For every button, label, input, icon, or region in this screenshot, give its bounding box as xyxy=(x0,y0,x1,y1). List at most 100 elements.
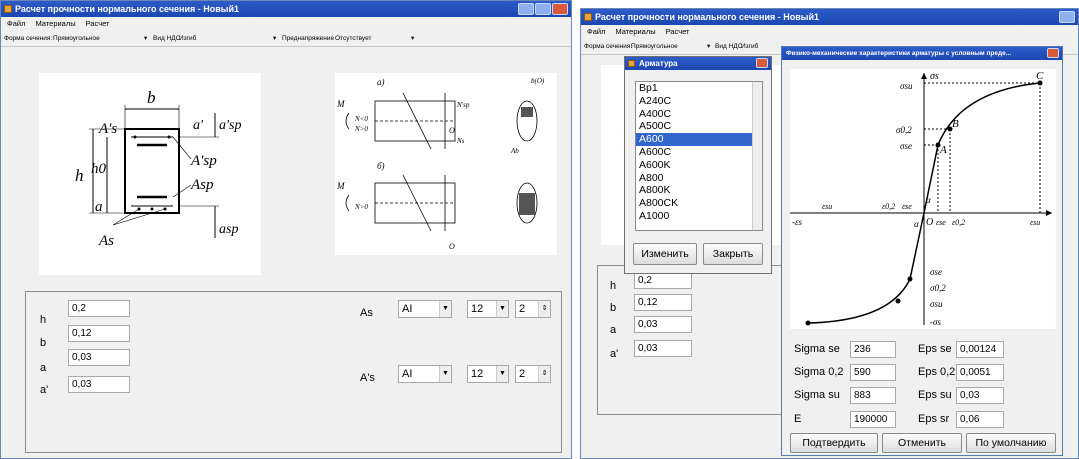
label-a: a xyxy=(40,362,47,374)
confirm-button[interactable]: Подтвердить xyxy=(790,433,878,453)
maximize-button[interactable] xyxy=(535,3,551,15)
scrollbar[interactable] xyxy=(752,82,762,230)
label-h: h xyxy=(75,166,84,185)
label-O-2: O xyxy=(449,242,455,251)
edit-button[interactable]: Изменить xyxy=(633,243,697,265)
eps-se-input[interactable]: 0,00124 xyxy=(956,341,1004,358)
shape-select[interactable]: Прямоугольное xyxy=(631,39,678,55)
label-eps-02: ε0,2 xyxy=(952,218,965,227)
label-h: h xyxy=(610,280,617,292)
title-bar: Расчет прочности нормального сечения - Н… xyxy=(581,9,1078,25)
label-alpha: α xyxy=(926,195,931,205)
shape-select[interactable]: Прямоугольное xyxy=(53,31,149,47)
chevron-down-icon[interactable]: ▼ xyxy=(496,301,508,317)
a-prime-input[interactable]: 0,03 xyxy=(634,340,692,357)
label-E-param: E xyxy=(794,413,802,425)
label-h: h xyxy=(40,314,47,326)
armatura-list[interactable]: Bp1 A240C A400C A500C A600 A600C A600K A… xyxy=(635,81,763,231)
as-prime-count-stepper[interactable]: 2 ⇕ xyxy=(515,365,551,383)
menu-calc[interactable]: Расчет xyxy=(86,17,110,31)
list-item[interactable]: A240C xyxy=(636,95,762,108)
list-item-selected[interactable]: A600 xyxy=(636,133,762,146)
as-class-select[interactable]: AI ▼ xyxy=(398,300,452,318)
eps-su-input[interactable]: 0,03 xyxy=(956,387,1004,404)
menu-materials[interactable]: Материалы xyxy=(615,25,655,39)
list-item[interactable]: A600C xyxy=(636,146,762,159)
close-icon[interactable] xyxy=(1047,48,1059,58)
b-input[interactable]: 0,12 xyxy=(634,294,692,311)
sigma-02-input[interactable]: 590 xyxy=(850,364,896,381)
label-O: O xyxy=(926,217,933,228)
chevron-down-icon[interactable]: ▾ xyxy=(707,39,710,55)
label-sigma-02-neg: σ0,2 xyxy=(930,283,946,293)
list-item[interactable]: A800K xyxy=(636,184,762,197)
chevron-down-icon[interactable]: ▾ xyxy=(411,31,414,47)
prestress-select[interactable]: Отсутствует xyxy=(335,31,417,47)
close-button[interactable]: Закрыть xyxy=(703,243,763,265)
label-eps-su-right: εsu xyxy=(1030,218,1040,227)
b-input[interactable]: 0,12 xyxy=(68,325,130,342)
label-a-sp-prime: a'sp xyxy=(219,118,241,133)
menu-calc[interactable]: Расчет xyxy=(666,25,690,39)
chevron-down-icon[interactable]: ▼ xyxy=(439,301,451,317)
close-icon[interactable] xyxy=(756,58,768,68)
label-As-prime: A's xyxy=(98,121,117,137)
dialog-title: Арматура xyxy=(639,59,678,68)
chevron-down-icon[interactable]: ▼ xyxy=(439,366,451,382)
close-button[interactable] xyxy=(552,3,568,15)
h-input[interactable]: 0,2 xyxy=(68,300,130,317)
list-item[interactable]: Bp1 xyxy=(636,82,762,95)
ndc-select[interactable]: Изгиб xyxy=(179,31,279,47)
label-M-2: M xyxy=(336,181,345,191)
label-sigma-02-param: Sigma 0,2 xyxy=(794,366,844,378)
menu-materials[interactable]: Материалы xyxy=(35,17,75,31)
armatura-dialog: Арматура Bp1 A240C A400C A500C A600 A600… xyxy=(624,56,772,274)
eps-sr-input[interactable]: 0,06 xyxy=(956,411,1004,428)
list-item[interactable]: A600K xyxy=(636,159,762,172)
chevron-down-icon[interactable]: ▾ xyxy=(144,31,147,47)
spin-icon[interactable]: ⇕ xyxy=(538,301,550,317)
as-prime-dia-select[interactable]: 12 ▼ xyxy=(467,365,509,383)
sigma-se-input[interactable]: 236 xyxy=(850,341,896,358)
E-input[interactable]: 190000 xyxy=(850,411,896,428)
label-eps-su: εsu xyxy=(822,202,832,211)
as-prime-class-select[interactable]: AI ▼ xyxy=(398,365,452,383)
cancel-button[interactable]: Отменить xyxy=(882,433,962,453)
minimize-button[interactable] xyxy=(518,3,534,15)
app-icon xyxy=(628,60,635,67)
ndc-label: Вид НДС xyxy=(715,43,743,50)
a-input[interactable]: 0,03 xyxy=(68,349,130,366)
eps-02-input[interactable]: 0,0051 xyxy=(956,364,1004,381)
spin-icon[interactable]: ⇕ xyxy=(538,366,550,382)
label-eps-sr-param: Eps sr xyxy=(918,413,950,425)
as-count-stepper[interactable]: 2 ⇕ xyxy=(515,300,551,318)
a-input[interactable]: 0,03 xyxy=(634,316,692,333)
label-Ns: Ns xyxy=(456,137,465,145)
h-input[interactable]: 0,2 xyxy=(634,272,692,289)
label-a-prime: a' xyxy=(40,384,49,396)
chevron-down-icon[interactable]: ▼ xyxy=(496,366,508,382)
as-dia-select[interactable]: 12 ▼ xyxy=(467,300,509,318)
label-sigma-se-neg: σse xyxy=(930,267,942,277)
title-bar: Расчет прочности нормального сечения - Н… xyxy=(1,1,571,17)
chevron-down-icon[interactable]: ▾ xyxy=(273,31,276,47)
menu-file[interactable]: Файл xyxy=(587,25,605,39)
default-button[interactable]: По умолчанию xyxy=(966,433,1056,453)
sigma-su-input[interactable]: 883 xyxy=(850,387,896,404)
label-Asp-prime: A'sp xyxy=(190,153,217,169)
list-item[interactable]: A400C xyxy=(636,108,762,121)
minimize-button[interactable] xyxy=(1059,11,1075,23)
list-item[interactable]: A1000 xyxy=(636,210,762,223)
list-item[interactable]: A500C xyxy=(636,120,762,133)
ndc-select[interactable]: Изгиб xyxy=(741,39,758,55)
menu-file[interactable]: Файл xyxy=(7,17,25,31)
list-item[interactable]: A800CK xyxy=(636,197,762,210)
input-panel: h 0,2 b 0,12 a 0,03 a' 0,03 As AI ▼ 12 ▼ 2… xyxy=(25,291,562,453)
a-prime-input[interactable]: 0,03 xyxy=(68,376,130,393)
shape-label: Форма сечения: xyxy=(4,35,53,42)
label-eps-02-param: Eps 0,2 xyxy=(918,366,956,378)
label-M: M xyxy=(336,99,345,109)
menu-bar: Файл Материалы Расчет xyxy=(1,17,571,31)
label-As-prime: A's xyxy=(360,372,375,384)
list-item[interactable]: A800 xyxy=(636,172,762,185)
